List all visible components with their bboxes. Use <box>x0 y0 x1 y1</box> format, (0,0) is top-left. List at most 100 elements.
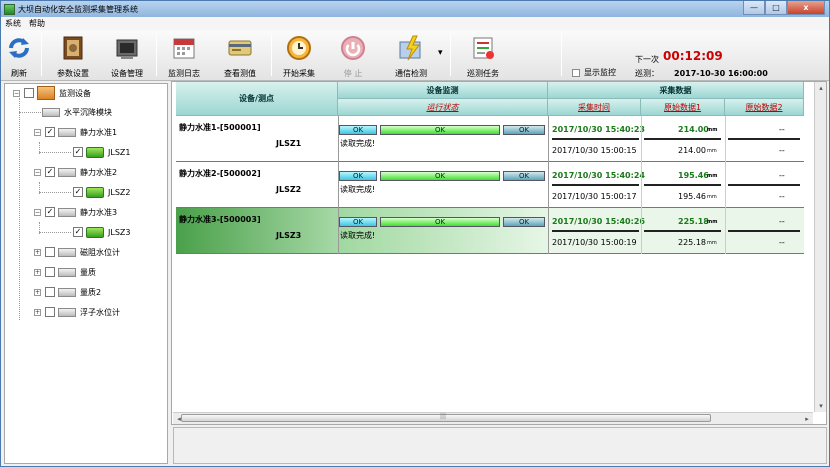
raw1-label: 原始数据1 <box>663 102 702 112</box>
tree-checkbox[interactable] <box>45 247 55 257</box>
tree-item[interactable]: ✓ JLSZ3 <box>73 225 130 239</box>
menu-system[interactable]: 系统 <box>1 18 25 29</box>
sensor-icon <box>86 146 104 158</box>
col-header-raw1[interactable]: 原始数据1 <box>641 99 725 116</box>
expand-toggle[interactable]: + <box>34 288 41 296</box>
tree-item[interactable]: ✓ JLSZ1 <box>73 145 130 159</box>
stop-button[interactable]: 停 止 <box>335 32 371 80</box>
tree-item-label: 水平沉降模块 <box>64 107 112 117</box>
tree-item[interactable]: + 量质 <box>34 265 96 279</box>
tree-item[interactable]: − ✓ 静力水准3 <box>34 205 117 219</box>
tree-checkbox[interactable]: ✓ <box>45 127 55 137</box>
tree-checkbox[interactable]: ✓ <box>45 167 55 177</box>
data-cell: 2017/10/30 15:40:26 225.18 mm -- 2017/10… <box>548 208 804 253</box>
maximize-button[interactable]: □ <box>765 1 787 15</box>
previous-time: 2017/10/30 15:00:19 <box>552 238 637 247</box>
device-cell: 静力水准2-[500002] JLSZ2 <box>176 162 338 207</box>
table-row[interactable]: 静力水准1-[500001] JLSZ1 OK OK OK 读取完成! 2017… <box>176 116 804 162</box>
clock-start-icon <box>287 36 311 60</box>
scroll-thumb[interactable]: ||| <box>181 413 711 422</box>
device-cell: 静力水准1-[500001] JLSZ1 <box>176 116 338 161</box>
scroll-down-icon[interactable]: ▾ <box>815 400 827 412</box>
minimize-button[interactable]: — <box>743 1 765 15</box>
start-collect-label: 开始采集 <box>283 69 315 78</box>
tree-root[interactable]: − 监测设备 <box>13 86 91 100</box>
collapse-toggle[interactable]: − <box>34 168 41 176</box>
tree-checkbox[interactable]: ✓ <box>73 187 83 197</box>
params-button[interactable]: 参数设置 <box>51 32 95 80</box>
tree-item[interactable]: + 磁阻水位计 <box>34 245 120 259</box>
stop-label: 停 止 <box>343 69 363 78</box>
scroll-right-icon[interactable]: ▸ <box>801 413 813 425</box>
previous-unit: mm <box>707 194 717 200</box>
comm-check-button[interactable]: 通信检测 <box>391 32 431 80</box>
tree-checkbox[interactable]: ✓ <box>73 147 83 157</box>
monitor-log-button[interactable]: 监测日志 <box>164 32 204 80</box>
scroll-up-icon[interactable]: ▴ <box>815 82 827 94</box>
comm-check-dropdown-arrow[interactable]: ▾ <box>438 48 443 58</box>
table-row[interactable]: 静力水准3-[500003] JLSZ3 OK OK OK 读取完成! 2017… <box>176 208 804 254</box>
run-state-label: 运行状态 <box>426 102 459 112</box>
expand-toggle[interactable]: + <box>34 308 41 316</box>
close-button[interactable]: x <box>787 1 825 15</box>
collapse-toggle[interactable]: − <box>34 128 41 136</box>
divider <box>552 230 639 232</box>
tree-item[interactable]: + 量质2 <box>34 285 101 299</box>
divider <box>644 138 721 140</box>
latest-value: 195.46 <box>678 171 709 180</box>
menu-help[interactable]: 帮助 <box>25 18 49 29</box>
tree-item[interactable]: − ✓ 静力水准1 <box>34 125 117 139</box>
divider <box>644 230 721 232</box>
tree-item[interactable]: + 浮子水位计 <box>34 305 120 319</box>
status-bar-3: OK <box>503 125 545 135</box>
start-collect-button[interactable]: 开始采集 <box>279 32 319 80</box>
tree-checkbox[interactable] <box>24 88 34 98</box>
patrol-task-button[interactable]: 巡测任务 <box>463 32 503 80</box>
tree-checkbox[interactable] <box>45 307 55 317</box>
comm-check-label: 通信检测 <box>395 69 427 78</box>
tree-item[interactable]: ✓ JLSZ2 <box>73 185 130 199</box>
previous-unit: mm <box>707 240 717 246</box>
device-tree: − 监测设备 水平沉降模块 − ✓ 静力水准1 ✓ JLSZ1 − ✓ 静力水准… <box>4 83 168 464</box>
col-header-run-state[interactable]: 运行状态 <box>338 99 548 116</box>
tree-checkbox[interactable] <box>45 267 55 277</box>
tree-item-label: 量质 <box>80 267 96 277</box>
previous-unit: mm <box>707 148 717 154</box>
tree-item[interactable]: − ✓ 静力水准2 <box>34 165 117 179</box>
tree-checkbox[interactable] <box>45 287 55 297</box>
expand-toggle[interactable]: + <box>34 248 41 256</box>
expand-toggle[interactable]: + <box>34 268 41 276</box>
monitor-checkbox[interactable] <box>572 68 580 77</box>
latest-unit: mm <box>707 127 718 133</box>
tree-checkbox[interactable]: ✓ <box>45 207 55 217</box>
monitor-toggle[interactable]: 显示监控 <box>572 67 616 78</box>
device-icon <box>58 207 76 217</box>
monitor-log-label: 监测日志 <box>168 69 200 78</box>
refresh-button[interactable]: 刷新 <box>5 32 33 80</box>
status-message: 读取完成! <box>340 231 376 240</box>
title-bar: 大坝自动化安全监测采集管理系统 — □ x <box>1 1 829 17</box>
tree-checkbox[interactable]: ✓ <box>73 227 83 237</box>
status-cell: OK OK OK 读取完成! <box>338 116 548 161</box>
params-label: 参数设置 <box>57 69 89 78</box>
vertical-scrollbar[interactable]: ▴ ▾ <box>814 82 826 412</box>
raw2-label: 原始数据2 <box>745 102 783 112</box>
divider <box>644 184 721 186</box>
status-bar-1: OK <box>339 171 377 181</box>
status-bar-2: OK <box>380 125 500 135</box>
col-header-monitor: 设备监测 <box>338 82 548 99</box>
collapse-toggle[interactable]: − <box>13 89 20 97</box>
table-row[interactable]: 静力水准2-[500002] JLSZ2 OK OK OK 读取完成! 2017… <box>176 162 804 208</box>
countdown-timer: 00:12:09 <box>663 49 723 63</box>
status-bar-3: OK <box>503 171 545 181</box>
raw2-previous: -- <box>779 238 785 247</box>
device-cell: 静力水准3-[500003] JLSZ3 <box>176 208 338 253</box>
device-manage-button[interactable]: 设备管理 <box>107 32 147 80</box>
col-header-raw2[interactable]: 原始数据2 <box>725 99 804 116</box>
tree-item[interactable]: 水平沉降模块 <box>42 105 112 119</box>
device-name: 静力水准1-[500001] <box>179 123 261 132</box>
collapse-toggle[interactable]: − <box>34 208 41 216</box>
col-header-device[interactable]: 设备/测点 <box>176 82 338 116</box>
col-header-time[interactable]: 采集时间 <box>548 99 641 116</box>
view-values-button[interactable]: 查看测值 <box>220 32 260 80</box>
